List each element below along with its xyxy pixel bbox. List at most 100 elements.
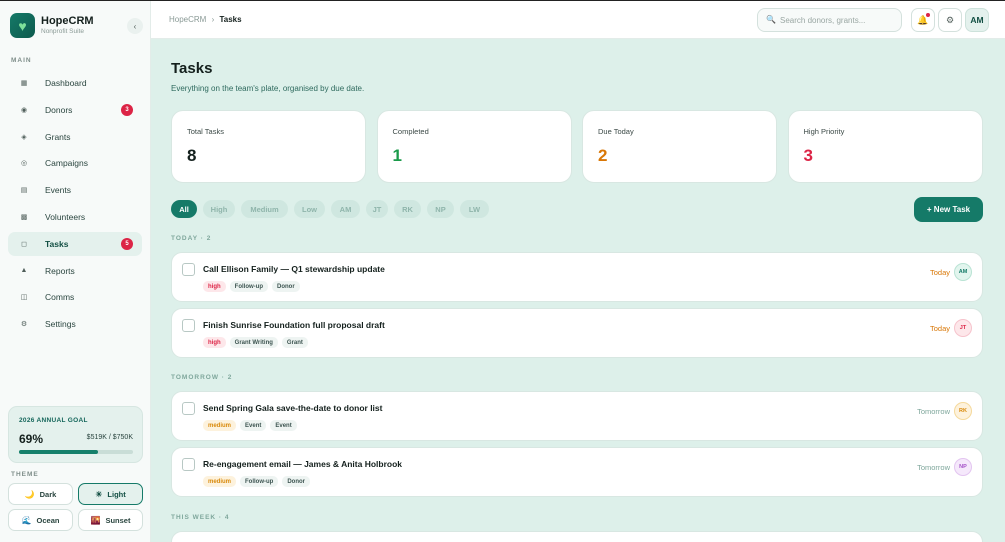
task-card[interactable] [171, 531, 983, 542]
events-icon: ▤ [20, 187, 28, 195]
category-tag: Event [270, 420, 297, 431]
filter-chip-all[interactable]: All [171, 200, 197, 218]
filter-chip-medium[interactable]: Medium [241, 200, 288, 218]
search-box[interactable]: 🔍 [757, 8, 902, 32]
group-label: THIS WEEK · 4 [171, 514, 230, 521]
user-avatar[interactable]: AM [965, 8, 989, 32]
sidebar-item-label: Donors [45, 104, 73, 115]
task-checkbox[interactable] [182, 319, 195, 332]
settings-button[interactable]: ⚙ [938, 8, 962, 32]
sidebar-item-label: Settings [45, 319, 76, 330]
sidebar-item-label: Grants [45, 131, 71, 142]
main-content: Tasks Everything on the team's plate, or… [151, 39, 1005, 542]
goal-title: 2026 ANNUAL GOAL [19, 417, 88, 424]
stat-card-total-tasks: Total Tasks 8 [171, 110, 366, 183]
theme-ocean-button[interactable]: 🌊 Ocean [8, 509, 73, 531]
theme-label: Light [107, 489, 126, 499]
sidebar-item-label: Events [45, 185, 71, 196]
new-task-button[interactable]: + New Task [914, 197, 983, 222]
theme-ocean-icon: 🌊 [21, 515, 32, 525]
stat-label: High Priority [803, 127, 845, 136]
theme-dark-button[interactable]: 🌙 Dark [8, 483, 73, 505]
due-label: Tomorrow [917, 463, 950, 472]
task-checkbox[interactable] [182, 458, 195, 471]
task-checkbox[interactable] [182, 402, 195, 415]
notification-dot [926, 13, 930, 17]
stat-label: Total Tasks [187, 127, 224, 136]
sidebar-item-comms[interactable]: ◫ Comms [8, 285, 142, 309]
stat-label: Completed [392, 127, 429, 136]
filter-chip-lw[interactable]: LW [460, 200, 489, 218]
theme-dark-icon: 🌙 [24, 489, 35, 499]
priority-tag: high [203, 337, 226, 348]
collapse-sidebar-button[interactable]: ‹ [127, 18, 143, 34]
sidebar-item-settings[interactable]: ⚙ Settings [8, 312, 142, 336]
stat-value: 3 [803, 146, 813, 165]
task-tags: high Follow-up Donor [203, 281, 300, 292]
assignee-avatar[interactable]: NP [954, 458, 972, 476]
page-subtitle: Everything on the team's plate, organise… [171, 84, 365, 93]
goal-amount: $519K / $750K [86, 434, 133, 441]
filter-chip-jt[interactable]: JT [366, 200, 388, 218]
section-label-theme: THEME [11, 471, 39, 478]
theme-label: Sunset [105, 515, 131, 525]
search-icon: 🔍 [766, 15, 776, 24]
stat-value: 8 [187, 146, 197, 165]
category-tag: Grant [281, 337, 308, 348]
filter-chip-am[interactable]: AM [331, 200, 360, 218]
filter-chip-low[interactable]: Low [294, 200, 325, 218]
breadcrumb-separator: › [211, 15, 215, 24]
task-card[interactable]: Call Ellison Family — Q1 stewardship upd… [171, 252, 983, 302]
assignee-avatar[interactable]: AM [954, 263, 972, 281]
grants-icon: ◈ [21, 133, 27, 141]
sidebar-item-volunteers[interactable]: ▩ Volunteers [8, 205, 142, 229]
sidebar-item-label: Volunteers [45, 212, 86, 222]
stat-label: Due Today [598, 127, 634, 136]
sidebar-item-events[interactable]: ▤ Events [8, 178, 142, 202]
assignee-avatar[interactable]: JT [954, 319, 972, 337]
filter-chip-rk[interactable]: RK [394, 200, 421, 218]
sidebar-item-donors[interactable]: ◉ Donors 3 [8, 98, 142, 122]
theme-label: Dark [39, 489, 57, 499]
goal-progress-fill [19, 450, 98, 454]
sidebar-item-tasks[interactable]: ◻ Tasks 5 [8, 231, 142, 256]
sidebar-item-campaigns[interactable]: ◎ Campaigns [8, 151, 142, 175]
theme-light-button[interactable]: ☀ Light [78, 483, 143, 505]
filter-chip-high[interactable]: High [203, 200, 235, 218]
task-checkbox[interactable] [182, 263, 195, 276]
task-title: Call Ellison Family — Q1 stewardship upd… [203, 264, 385, 274]
stat-value: 1 [392, 146, 402, 165]
notifications-button[interactable]: 🔔 [911, 8, 935, 32]
breadcrumb-current: Tasks [219, 15, 242, 24]
task-title: Re-engagement email — James & Anita Holb… [203, 459, 403, 469]
count-badge: 5 [121, 237, 133, 250]
priority-tag: medium [203, 420, 237, 431]
task-card[interactable]: Send Spring Gala save-the-date to donor … [171, 391, 983, 441]
sidebar-item-label: Dashboard [45, 78, 87, 88]
breadcrumb-root[interactable]: HopeCRM [169, 15, 206, 24]
category-tag: Donor [282, 476, 311, 487]
task-card[interactable]: Re-engagement email — James & Anita Holb… [171, 447, 983, 497]
annual-goal-card: 2026 ANNUAL GOAL 69% $519K / $750K [8, 406, 143, 463]
due-label: Today [929, 324, 950, 333]
category-tag: Event [240, 420, 267, 431]
app-name: HopeCRM [41, 15, 94, 27]
search-input[interactable] [780, 13, 898, 28]
task-title: Send Spring Gala save-the-date to donor … [203, 403, 383, 413]
sidebar-item-label: Tasks [45, 238, 69, 249]
assignee-avatar[interactable]: RK [954, 402, 972, 420]
app-subtitle: Nonprofit Suite [41, 28, 84, 35]
theme-light-icon: ☀ [95, 489, 103, 499]
page-title: Tasks [171, 60, 213, 77]
heart-icon: ♥ [10, 13, 35, 38]
task-card[interactable]: Finish Sunrise Foundation full proposal … [171, 308, 983, 358]
sidebar-item-label: Reports [45, 265, 75, 276]
stat-value: 2 [598, 146, 608, 165]
sidebar-item-dashboard[interactable]: ▦ Dashboard [8, 71, 142, 95]
sidebar-item-grants[interactable]: ◈ Grants [8, 125, 142, 149]
comms-icon: ◫ [20, 294, 28, 302]
stat-card-high-priority: High Priority 3 [787, 110, 983, 183]
filter-chip-np[interactable]: NP [427, 200, 454, 218]
theme-sunset-button[interactable]: 🌇 Sunset [78, 509, 143, 531]
sidebar-item-reports[interactable]: ▲ Reports [8, 259, 142, 283]
